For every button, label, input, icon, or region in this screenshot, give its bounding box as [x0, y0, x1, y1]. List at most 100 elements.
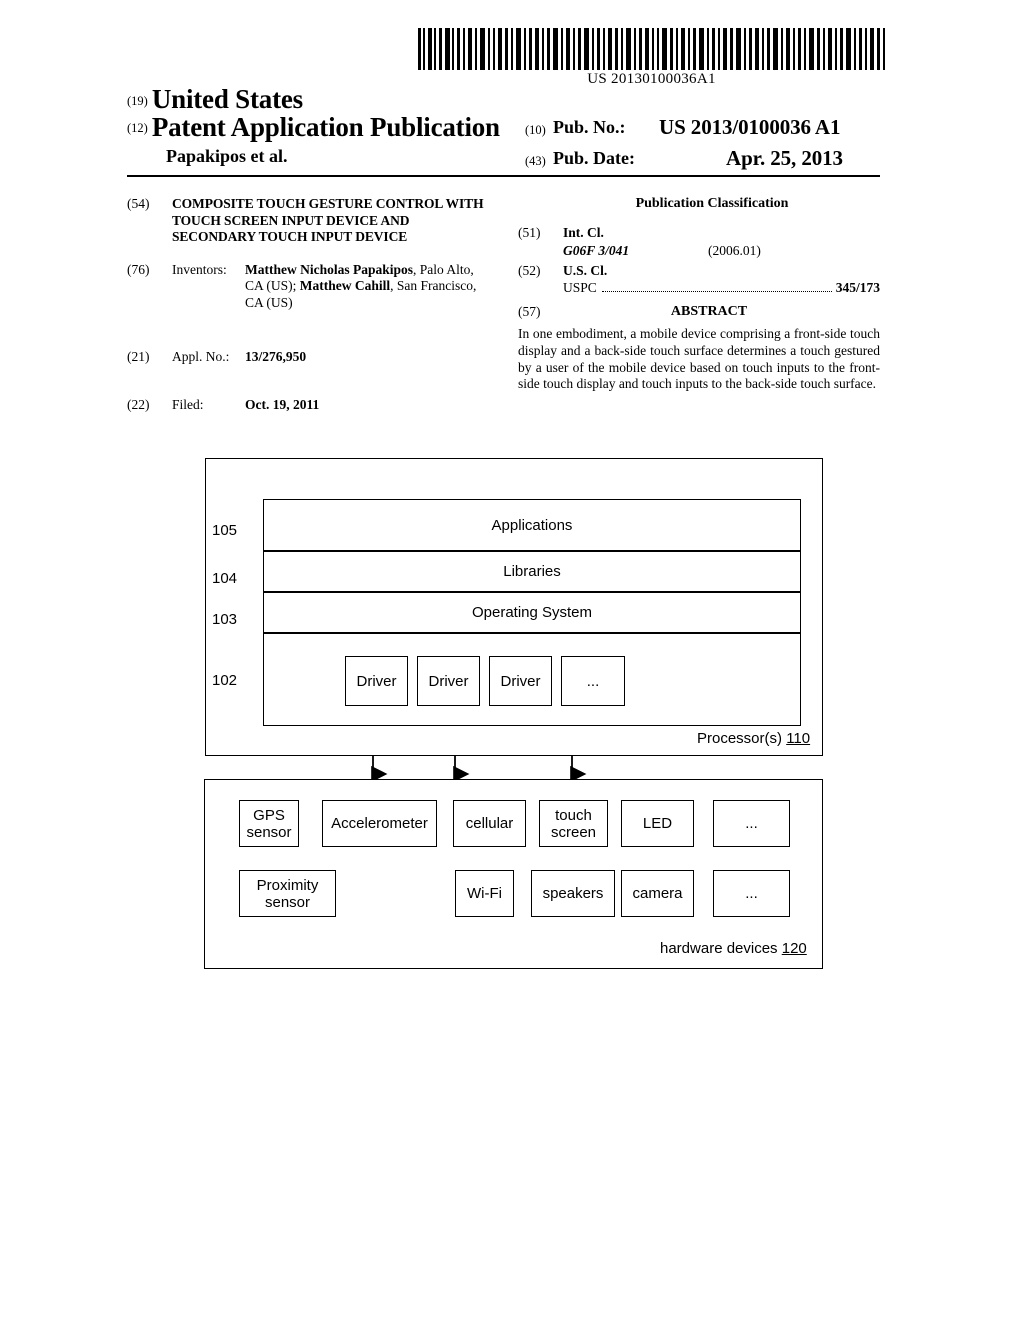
hardware-ellipsis-2: ... — [713, 870, 790, 917]
doc-type: Patent Application Publication — [151, 112, 500, 142]
country-line: (19) United States — [127, 84, 303, 115]
layer-operating-system-label: Operating System — [471, 604, 593, 621]
pub-no-label: Pub. No.: — [553, 117, 626, 137]
hardware-gps-sensor-label: GPS sensor — [246, 806, 292, 841]
country-name: United States — [151, 84, 303, 114]
uspc-row: USPC 345/173 — [563, 280, 880, 296]
hardware-touch-screen: touch screen — [539, 800, 608, 847]
publication-meta: (10) Pub. No.: US 2013/0100036 A1 (43) P… — [525, 115, 880, 179]
inid-10: (10) — [525, 123, 546, 137]
int-cl-edition: (2006.01) — [708, 243, 761, 258]
processor-caption-text: Processor(s) — [697, 730, 787, 747]
hardware-ellipsis-2-label: ... — [745, 885, 758, 902]
filed-label: Filed: — [172, 396, 204, 412]
driver-box-3-label: Driver — [500, 672, 541, 690]
hardware-camera: camera — [621, 870, 694, 917]
inid-57: (57) — [518, 304, 541, 319]
filed-field: (22) Filed: Oct. 19, 2011 — [127, 397, 487, 414]
processor-caption: Processor(s) 110 — [697, 730, 810, 747]
applicant-line: Papakipos et al. — [166, 146, 288, 166]
hardware-cellular: cellular — [453, 800, 526, 847]
inid-19: (19) — [127, 94, 148, 108]
barcode-number: US 20130100036A1 — [587, 71, 716, 87]
hardware-led-label: LED — [642, 815, 673, 832]
uspc-value: 345/173 — [835, 280, 880, 295]
hardware-proximity-sensor: Proximity sensor — [239, 870, 336, 917]
invention-title: COMPOSITE TOUCH GESTURE CONTROL WITH TOU… — [172, 196, 484, 244]
inventor-2-name: Matthew Cahill — [299, 278, 391, 293]
doc-type-line: (12) Patent Application Publication — [127, 112, 500, 143]
layer-libraries: Libraries — [263, 551, 801, 592]
hardware-led: LED — [621, 800, 694, 847]
us-cl-label: U.S. Cl. — [563, 263, 608, 278]
layer-applications-label: Applications — [491, 516, 573, 534]
hardware-gps-sensor: GPS sensor — [239, 800, 299, 847]
inid-51: (51) — [518, 225, 541, 240]
appl-no-label: Appl. No.: — [172, 349, 230, 364]
hardware-accelerometer: Accelerometer — [322, 800, 437, 847]
hardware-devices-caption-text: hardware devices — [660, 940, 782, 957]
hardware-proximity-sensor-label: Proximity sensor — [256, 876, 319, 911]
driver-box-2-label: Driver — [428, 672, 469, 690]
driver-box-3: Driver — [489, 656, 552, 706]
inid-22: (22) — [127, 396, 150, 412]
hardware-touch-screen-label: touch screen — [550, 806, 597, 841]
reference-numeral-104: 104 — [212, 570, 238, 587]
abstract-heading: ABSTRACT — [670, 304, 748, 319]
inid-12: (12) — [127, 121, 148, 135]
inventors-field: (76) Inventors: Matthew Nicholas Papakip… — [127, 262, 487, 312]
pub-date-value: Apr. 25, 2013 — [726, 146, 843, 170]
inventors-value: Matthew Nicholas Papakipos, Palo Alto, C… — [245, 262, 487, 312]
invention-title-field: (54) COMPOSITE TOUCH GESTURE CONTROL WIT… — [127, 196, 487, 246]
inid-76: (76) — [127, 261, 150, 277]
hardware-devices-refnum: 120 — [781, 940, 807, 957]
abstract-text: In one embodiment, a mobile device compr… — [518, 326, 880, 392]
reference-numeral-103: 103 — [212, 611, 238, 628]
hardware-speakers: speakers — [531, 870, 615, 917]
int-cl-field: (51) Int. Cl. — [518, 224, 880, 241]
int-cl-code-row: G06F 3/041 (2006.01) — [518, 242, 880, 259]
filed-value: Oct. 19, 2011 — [245, 396, 320, 412]
layer-libraries-label: Libraries — [503, 563, 561, 580]
driver-box-ellipsis: ... — [561, 656, 625, 706]
appl-no-value: 13/276,950 — [245, 349, 307, 364]
uspc-label: USPC — [563, 280, 597, 295]
reference-numeral-102: 102 — [212, 672, 238, 689]
hardware-ellipsis-1: ... — [713, 800, 790, 847]
uspc-dot-leader — [601, 285, 832, 292]
inid-54: (54) — [127, 196, 150, 211]
hardware-devices-caption: hardware devices 120 — [660, 940, 807, 957]
pub-no-row: (10) Pub. No.: US 2013/0100036 A1 — [525, 115, 880, 148]
bibliographic-left-column: (54) COMPOSITE TOUCH GESTURE CONTROL WIT… — [127, 196, 487, 423]
figure-block-diagram: Applications Libraries Operating System … — [0, 440, 1024, 990]
hardware-camera-label: camera — [632, 885, 683, 902]
abstract-field: (57) ABSTRACT In one embodiment, a mobil… — [518, 304, 880, 393]
layer-operating-system: Operating System — [263, 592, 801, 633]
int-cl-label: Int. Cl. — [563, 225, 604, 240]
driver-box-1-label: Driver — [356, 672, 397, 690]
hardware-cellular-label: cellular — [465, 815, 514, 832]
inid-52: (52) — [518, 263, 541, 278]
processor-refnum: 110 — [786, 730, 811, 747]
inventors-label: Inventors: — [172, 261, 227, 277]
barcode-block: US 20130100036A1 — [418, 28, 885, 88]
us-cl-field: (52) U.S. Cl. — [518, 262, 880, 279]
hardware-speakers-label: speakers — [542, 885, 604, 902]
inventor-1-name: Matthew Nicholas Papakipos — [245, 261, 414, 277]
pub-date-label: Pub. Date: — [553, 148, 635, 168]
header-divider — [127, 175, 880, 177]
inid-21: (21) — [127, 349, 150, 364]
inid-43: (43) — [525, 154, 546, 168]
hardware-accelerometer-label: Accelerometer — [331, 815, 428, 832]
driver-box-2: Driver — [417, 656, 480, 706]
publication-classification-heading: Publication Classification — [635, 196, 789, 211]
layer-applications: Applications — [263, 499, 801, 551]
barcode-image — [418, 28, 885, 70]
appl-no-field: (21) Appl. No.: 13/276,950 — [127, 349, 487, 366]
pub-no-value: US 2013/0100036 A1 — [659, 115, 841, 139]
driver-box-1: Driver — [345, 656, 408, 706]
hardware-wifi-label: Wi-Fi — [467, 885, 502, 902]
bibliographic-right-column: Publication Classification (51) Int. Cl.… — [518, 196, 880, 393]
hardware-wifi: Wi-Fi — [455, 870, 514, 917]
reference-numeral-105: 105 — [212, 522, 238, 539]
